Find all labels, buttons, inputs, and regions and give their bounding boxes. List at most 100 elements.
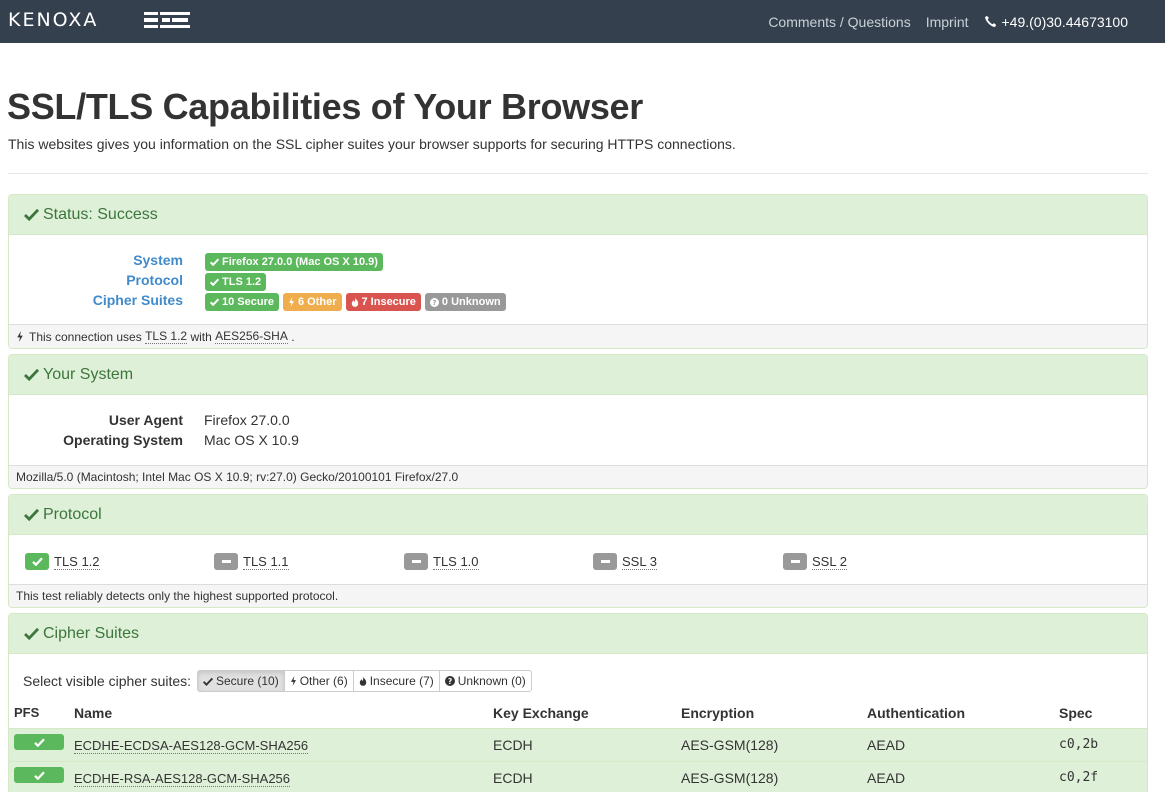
phone-icon <box>984 15 996 27</box>
encryption: AES-GSM(128) <box>681 737 779 753</box>
fire-icon <box>351 297 358 307</box>
col-pfs[interactable]: PFS <box>14 705 39 720</box>
top-navbar: KENOXA Comments / Questions Imprint +49.… <box>0 0 1165 43</box>
filter-other-label: Other (6) <box>299 674 348 688</box>
status-footer: This connection uses TLS 1.2 with AES256… <box>9 324 1147 348</box>
filter-insecure-button[interactable]: Insecure (7) <box>352 670 440 692</box>
system-label[interactable]: System <box>133 252 183 268</box>
page-lead: This websites gives you information on t… <box>8 136 736 152</box>
col-authentication[interactable]: Authentication <box>867 705 965 721</box>
check-icon <box>24 508 39 521</box>
col-encryption[interactable]: Encryption <box>681 705 754 721</box>
spec: c0,2b <box>1059 737 1099 752</box>
protocol-ssl3: SSL 3 <box>593 553 657 570</box>
check-icon <box>203 677 213 686</box>
user-agent-value: Firefox 27.0.0 <box>204 412 290 428</box>
check-icon <box>210 258 219 266</box>
check-icon <box>24 368 39 381</box>
phone-number: +49.(0)30.44673100 <box>1001 13 1129 30</box>
table-row: ECDHE-RSA-AES128-GCM-SHA256 ECDH AES-GSM… <box>9 761 1147 792</box>
footer-protocol[interactable]: TLS 1.2 <box>145 329 188 344</box>
footer-with: with <box>190 329 212 344</box>
protocol-name[interactable]: TLS 1.0 <box>433 554 479 570</box>
status-heading-text: Status: Success <box>43 205 158 223</box>
brand-mark-icon <box>144 12 190 28</box>
nav-link-imprint[interactable]: Imprint <box>926 14 969 30</box>
protocol-label[interactable]: Protocol <box>126 272 183 288</box>
protocol-panel: Protocol TLS 1.2 TLS 1.1 TLS 1.0 SSL 3 S… <box>8 494 1148 608</box>
protocol-badge-text: TLS 1.2 <box>222 276 262 288</box>
bolt-icon <box>288 297 294 307</box>
your-system-panel: Your System User Agent Firefox 27.0.0 Op… <box>8 354 1148 489</box>
cipher-suites-heading: Cipher Suites <box>9 614 1147 654</box>
secure-badge-text: 10 Secure <box>222 296 274 308</box>
protocol-tls10: TLS 1.0 <box>404 553 479 570</box>
cipher-name[interactable]: ECDHE-ECDSA-AES128-GCM-SHA256 <box>74 738 309 754</box>
brand-logo[interactable]: KENOXA <box>8 9 98 31</box>
cipher-suites-heading-text: Cipher Suites <box>43 624 140 642</box>
unsupported-minus-icon <box>404 553 428 570</box>
question-circle-icon: ? <box>444 676 455 686</box>
filter-unknown-button[interactable]: ? Unknown (0) <box>438 670 532 692</box>
protocol-name[interactable]: TLS 1.2 <box>54 554 100 570</box>
filter-label: Select visible cipher suites: <box>23 673 192 689</box>
filter-secure-label: Secure (10) <box>216 674 279 688</box>
protocol-name[interactable]: SSL 2 <box>812 554 847 570</box>
key-exchange: ECDH <box>493 737 533 753</box>
nav-link-comments[interactable]: Comments / Questions <box>768 14 910 30</box>
divider <box>8 173 1148 174</box>
question-circle-icon: ? <box>429 297 439 307</box>
filter-other-button[interactable]: Other (6) <box>283 670 354 692</box>
check-icon <box>24 208 39 221</box>
key-exchange: ECDH <box>493 770 533 786</box>
table-row: ECDHE-ECDSA-AES128-GCM-SHA256 ECDH AES-G… <box>9 728 1147 761</box>
insecure-badge-text: 7 Insecure <box>361 296 416 308</box>
bolt-icon <box>17 331 23 342</box>
unsupported-minus-icon <box>593 553 617 570</box>
protocol-tls12: TLS 1.2 <box>25 553 100 570</box>
system-badge-text: Firefox 27.0.0 (Mac OS X 10.9) <box>222 256 378 268</box>
status-panel: Status: Success System Protocol Cipher S… <box>8 194 1148 349</box>
user-agent-label: User Agent <box>108 412 183 428</box>
check-icon <box>210 298 219 306</box>
user-agent-string: Mozilla/5.0 (Macintosh; Intel Mac OS X 1… <box>16 470 459 484</box>
protocol-name[interactable]: SSL 3 <box>622 554 657 570</box>
col-key-exchange[interactable]: Key Exchange <box>493 705 589 721</box>
pfs-check-icon <box>14 767 64 783</box>
fire-icon <box>359 676 366 686</box>
unknown-badge: ? 0 Unknown <box>424 293 506 311</box>
col-spec[interactable]: Spec <box>1059 705 1092 721</box>
protocol-heading-text: Protocol <box>43 505 102 523</box>
unknown-badge-text: 0 Unknown <box>441 296 501 308</box>
nav-phone[interactable]: +49.(0)30.44673100 <box>984 13 1129 30</box>
cipher-name[interactable]: ECDHE-RSA-AES128-GCM-SHA256 <box>74 771 291 787</box>
status-body: System Protocol Cipher Suites Firefox 27… <box>9 235 1147 325</box>
filter-unknown-label: Unknown (0) <box>457 674 526 688</box>
protocol-footer-text: This test reliably detects only the high… <box>16 589 339 603</box>
spec: c0,2f <box>1059 770 1099 785</box>
protocol-footer: This test reliably detects only the high… <box>9 584 1147 607</box>
your-system-footer: Mozilla/5.0 (Macintosh; Intel Mac OS X 1… <box>9 465 1147 488</box>
os-label: Operating System <box>63 432 183 448</box>
filter-secure-button[interactable]: Secure (10) <box>197 670 285 692</box>
your-system-heading-text: Your System <box>43 365 134 383</box>
pfs-check-icon <box>14 734 64 750</box>
svg-text:?: ? <box>448 677 452 686</box>
protocol-ssl2: SSL 2 <box>783 553 847 570</box>
footer-cipher[interactable]: AES256-SHA <box>215 329 288 344</box>
protocol-name[interactable]: TLS 1.1 <box>243 554 289 570</box>
protocol-badge-row: TLS 1.2 <box>205 273 270 291</box>
check-icon <box>24 627 39 640</box>
secure-badge: 10 Secure <box>205 293 279 311</box>
cipher-badge-row: 10 Secure 6 Other 7 Insecure ? 0 Unknown <box>205 293 510 311</box>
col-name[interactable]: Name <box>74 705 112 721</box>
cipher-suites-panel: Cipher Suites Select visible cipher suit… <box>8 613 1148 792</box>
authentication: AEAD <box>867 737 906 753</box>
page-title: SSL/TLS Capabilities of Your Browser <box>7 86 643 127</box>
footer-prefix: This connection uses <box>29 329 142 344</box>
protocol-list: TLS 1.2 TLS 1.1 TLS 1.0 SSL 3 SSL 2 <box>9 553 1147 571</box>
your-system-heading: Your System <box>9 355 1147 395</box>
other-badge: 6 Other <box>282 293 342 311</box>
cipher-suites-label[interactable]: Cipher Suites <box>93 292 183 308</box>
insecure-badge: 7 Insecure <box>345 293 421 311</box>
